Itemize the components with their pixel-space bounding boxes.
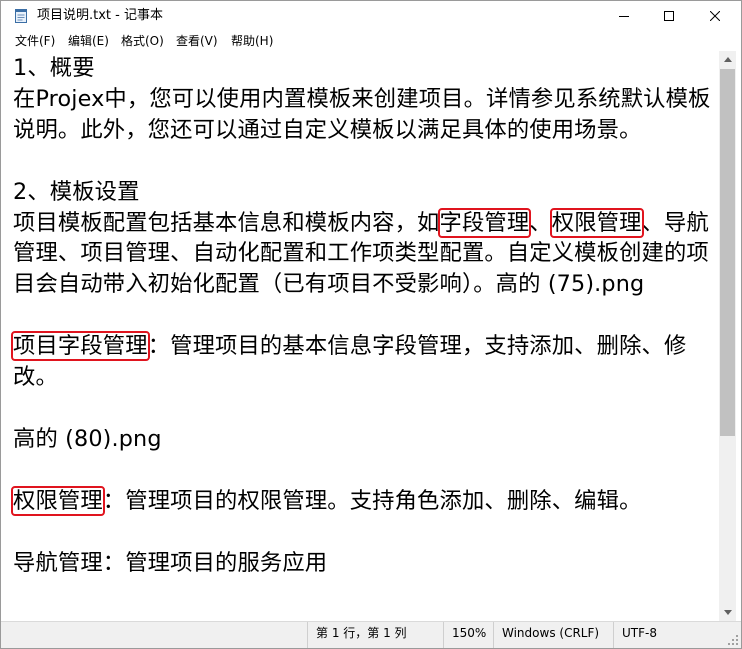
- highlight-project-field-management: 项目字段管理: [11, 331, 150, 362]
- line-ending: Windows (CRLF): [493, 622, 613, 648]
- heading-overview: 1、概要: [13, 55, 95, 81]
- vertical-scrollbar[interactable]: [719, 51, 736, 621]
- zoom-level: 150%: [443, 622, 493, 648]
- overview-paragraph: 在Projex中，您可以使用内置模板来创建项目。详情参见系统默认模板说明。此外，…: [13, 85, 711, 143]
- notepad-window: 项目说明.txt - 记事本 文件(F) 编辑(E) 格式(O) 查看(V) 帮…: [0, 0, 742, 649]
- menu-format[interactable]: 格式(O): [121, 33, 164, 49]
- menu-view[interactable]: 查看(V): [176, 33, 218, 49]
- document-text: 1、概要 在Projex中，您可以使用内置模板来创建项目。详情参见系统默认模板说…: [11, 53, 715, 578]
- field-management-line: 项目字段管理：管理项目的基本信息字段管理，支持添加、删除、修改。: [11, 331, 686, 390]
- encoding: UTF-8: [613, 622, 723, 648]
- maximize-button[interactable]: [646, 1, 692, 31]
- close-button[interactable]: [692, 1, 738, 31]
- permission-management-desc: ：管理项目的权限管理。支持角色添加、删除、编辑。: [102, 487, 642, 514]
- menu-bar: 文件(F) 编辑(E) 格式(O) 查看(V) 帮助(H): [1, 31, 741, 51]
- window-title: 项目说明.txt - 记事本: [37, 8, 163, 23]
- permission-management-line: 权限管理：管理项目的权限管理。支持角色添加、删除、编辑。: [11, 485, 642, 516]
- scroll-down-button[interactable]: [719, 604, 736, 621]
- menu-help[interactable]: 帮助(H): [231, 33, 273, 49]
- settings-text-a: 项目模板配置包括基本信息和模板内容，如: [13, 209, 440, 236]
- navigation-management-line: 导航管理：管理项目的服务应用: [13, 549, 328, 576]
- minimize-button[interactable]: [601, 1, 647, 31]
- image-filename-line: 高的 (80).png: [13, 425, 162, 452]
- highlight-field-management: 字段管理: [437, 207, 532, 238]
- cursor-position: 第 1 行，第 1 列: [307, 622, 443, 648]
- highlight-permission-management-2: 权限管理: [11, 485, 105, 516]
- heading-template-settings: 2、模板设置: [13, 178, 140, 205]
- chevron-down-icon: [723, 610, 732, 615]
- chevron-up-icon: [723, 57, 732, 62]
- menu-file[interactable]: 文件(F): [15, 33, 55, 49]
- title-bar[interactable]: 项目说明.txt - 记事本: [1, 1, 741, 31]
- maximize-icon: [664, 11, 674, 21]
- close-icon: [710, 11, 720, 21]
- text-editor[interactable]: 1、概要 在Projex中，您可以使用内置模板来创建项目。详情参见系统默认模板说…: [9, 51, 719, 621]
- scroll-up-button[interactable]: [719, 51, 736, 68]
- notepad-icon: [15, 9, 27, 23]
- settings-text-b: 、: [529, 209, 552, 236]
- minimize-icon: [619, 16, 629, 17]
- scrollbar-thumb[interactable]: [720, 69, 735, 436]
- settings-paragraph: 项目模板配置包括基本信息和模板内容，如字段管理、权限管理、导航管理、项目管理、自…: [13, 207, 709, 297]
- menu-edit[interactable]: 编辑(E): [68, 33, 109, 49]
- status-bar: 第 1 行，第 1 列 150% Windows (CRLF) UTF-8: [1, 621, 741, 648]
- highlight-permission-management: 权限管理: [549, 207, 644, 238]
- resize-grip-icon[interactable]: [727, 634, 739, 646]
